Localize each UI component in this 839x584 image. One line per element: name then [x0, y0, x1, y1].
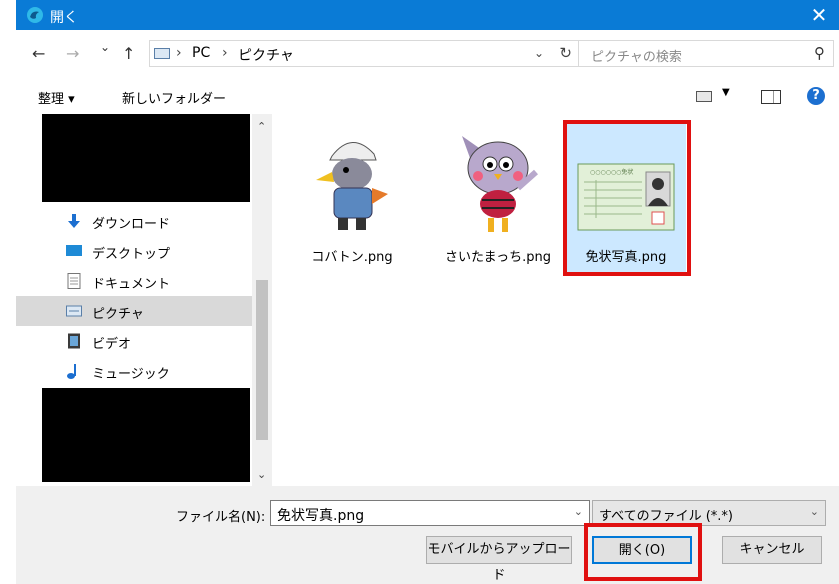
command-bar: 整理 ▾ 新しいフォルダー ▼ ?: [16, 78, 839, 114]
upload-from-mobile-button[interactable]: モバイルからアップロード: [426, 536, 572, 583]
filename-input[interactable]: 免状写真.png ⌄: [270, 500, 590, 526]
scrollbar-thumb[interactable]: [256, 280, 268, 440]
open-button-highlight-box: [584, 523, 702, 581]
music-icon: [67, 364, 76, 379]
sidebar-item-label: デスクトップ: [92, 247, 171, 262]
file-item-saitamacchi[interactable]: さいたまっち.png: [438, 122, 558, 272]
up-button[interactable]: ↑: [122, 44, 135, 63]
search-icon[interactable]: ⚲: [814, 44, 825, 62]
recent-locations-button[interactable]: ⌄: [100, 40, 110, 54]
edge-app-icon: [27, 7, 43, 23]
download-icon: [68, 214, 80, 228]
new-folder-button[interactable]: 新しいフォルダー: [122, 88, 226, 107]
scroll-down-arrow-icon[interactable]: ⌄: [257, 468, 266, 481]
navigation-bar: ← → ⌄ ↑ › PC › ピクチャ ⌄ ↻ ピクチャの検索 ⚲: [16, 30, 839, 78]
sidebar-item-label: ピクチャ: [92, 307, 144, 322]
file-dialog-footer: ファイル名(N): 免状写真.png ⌄ すべてのファイル (*.*) ⌄ モバ…: [16, 486, 839, 584]
selection-highlight-box: [563, 120, 691, 276]
document-icon: [67, 273, 81, 289]
search-box[interactable]: ピクチャの検索 ⚲: [578, 40, 834, 67]
refresh-icon[interactable]: ↻: [559, 44, 572, 62]
file-name: コバトン.png: [311, 250, 393, 265]
close-button[interactable]: ✕: [805, 2, 833, 28]
forward-button[interactable]: →: [66, 44, 79, 63]
redacted-block: [42, 114, 250, 202]
sidebar-item-desktop[interactable]: デスクトップ: [16, 236, 252, 266]
back-button[interactable]: ←: [32, 44, 45, 63]
scroll-up-arrow-icon[interactable]: ⌃: [257, 120, 266, 133]
redacted-block: [42, 388, 250, 482]
file-item-kobaton[interactable]: コバトン.png: [292, 122, 412, 272]
saitamacchi-image: [448, 128, 548, 236]
desktop-icon: [66, 245, 82, 256]
sidebar-item-documents[interactable]: ドキュメント: [16, 266, 252, 296]
breadcrumb-pc[interactable]: PC: [192, 45, 210, 61]
filename-value: 免状写真.png: [277, 508, 365, 524]
sidebar-item-label: ダウンロード: [92, 217, 171, 232]
pc-icon: [154, 48, 170, 59]
pictures-icon: [66, 305, 82, 317]
sidebar-item-downloads[interactable]: ダウンロード: [16, 206, 252, 236]
title-bar: 開く ✕: [16, 0, 839, 30]
file-list: コバトン.png さいたまっち.png ○○○○○○免状 免状写真.png: [272, 114, 839, 486]
sidebar-item-music[interactable]: ミュージック: [16, 356, 252, 386]
file-name: さいたまっち.png: [445, 250, 551, 265]
sidebar-item-label: ミュージック: [92, 367, 170, 382]
filename-label: ファイル名(N):: [176, 510, 266, 525]
breadcrumb-separator: ›: [176, 45, 182, 61]
kobaton-image: [302, 128, 402, 236]
search-placeholder: ピクチャの検索: [591, 50, 682, 65]
window-title: 開く: [50, 10, 78, 26]
chevron-down-icon[interactable]: ⌄: [534, 46, 544, 60]
sidebar-item-pictures[interactable]: ピクチャ: [16, 296, 252, 326]
sidebar-item-videos[interactable]: ビデオ: [16, 326, 252, 356]
navigation-pane: ダウンロード デスクトップ ドキュメント ピクチャ ビデオ ミュージック ⌃ ⌄: [16, 114, 272, 486]
chevron-down-icon[interactable]: ⌄: [810, 505, 819, 518]
filetype-value: すべてのファイル (*.*): [599, 509, 733, 524]
breadcrumb-pictures[interactable]: ピクチャ: [238, 45, 294, 65]
organize-menu[interactable]: 整理 ▾: [38, 88, 75, 107]
preview-pane-icon[interactable]: [761, 90, 781, 104]
help-icon[interactable]: ?: [807, 87, 825, 105]
video-icon: [68, 333, 80, 349]
address-bar[interactable]: › PC › ピクチャ ⌄ ↻: [149, 40, 581, 67]
view-mode-icon[interactable]: [696, 91, 712, 102]
breadcrumb-separator: ›: [222, 45, 228, 61]
view-dropdown-icon[interactable]: ▼: [722, 87, 730, 98]
chevron-down-icon[interactable]: ⌄: [574, 505, 583, 518]
cancel-button[interactable]: キャンセル: [722, 536, 822, 564]
sidebar-item-label: ドキュメント: [92, 277, 171, 292]
sidebar-item-label: ビデオ: [92, 337, 132, 352]
